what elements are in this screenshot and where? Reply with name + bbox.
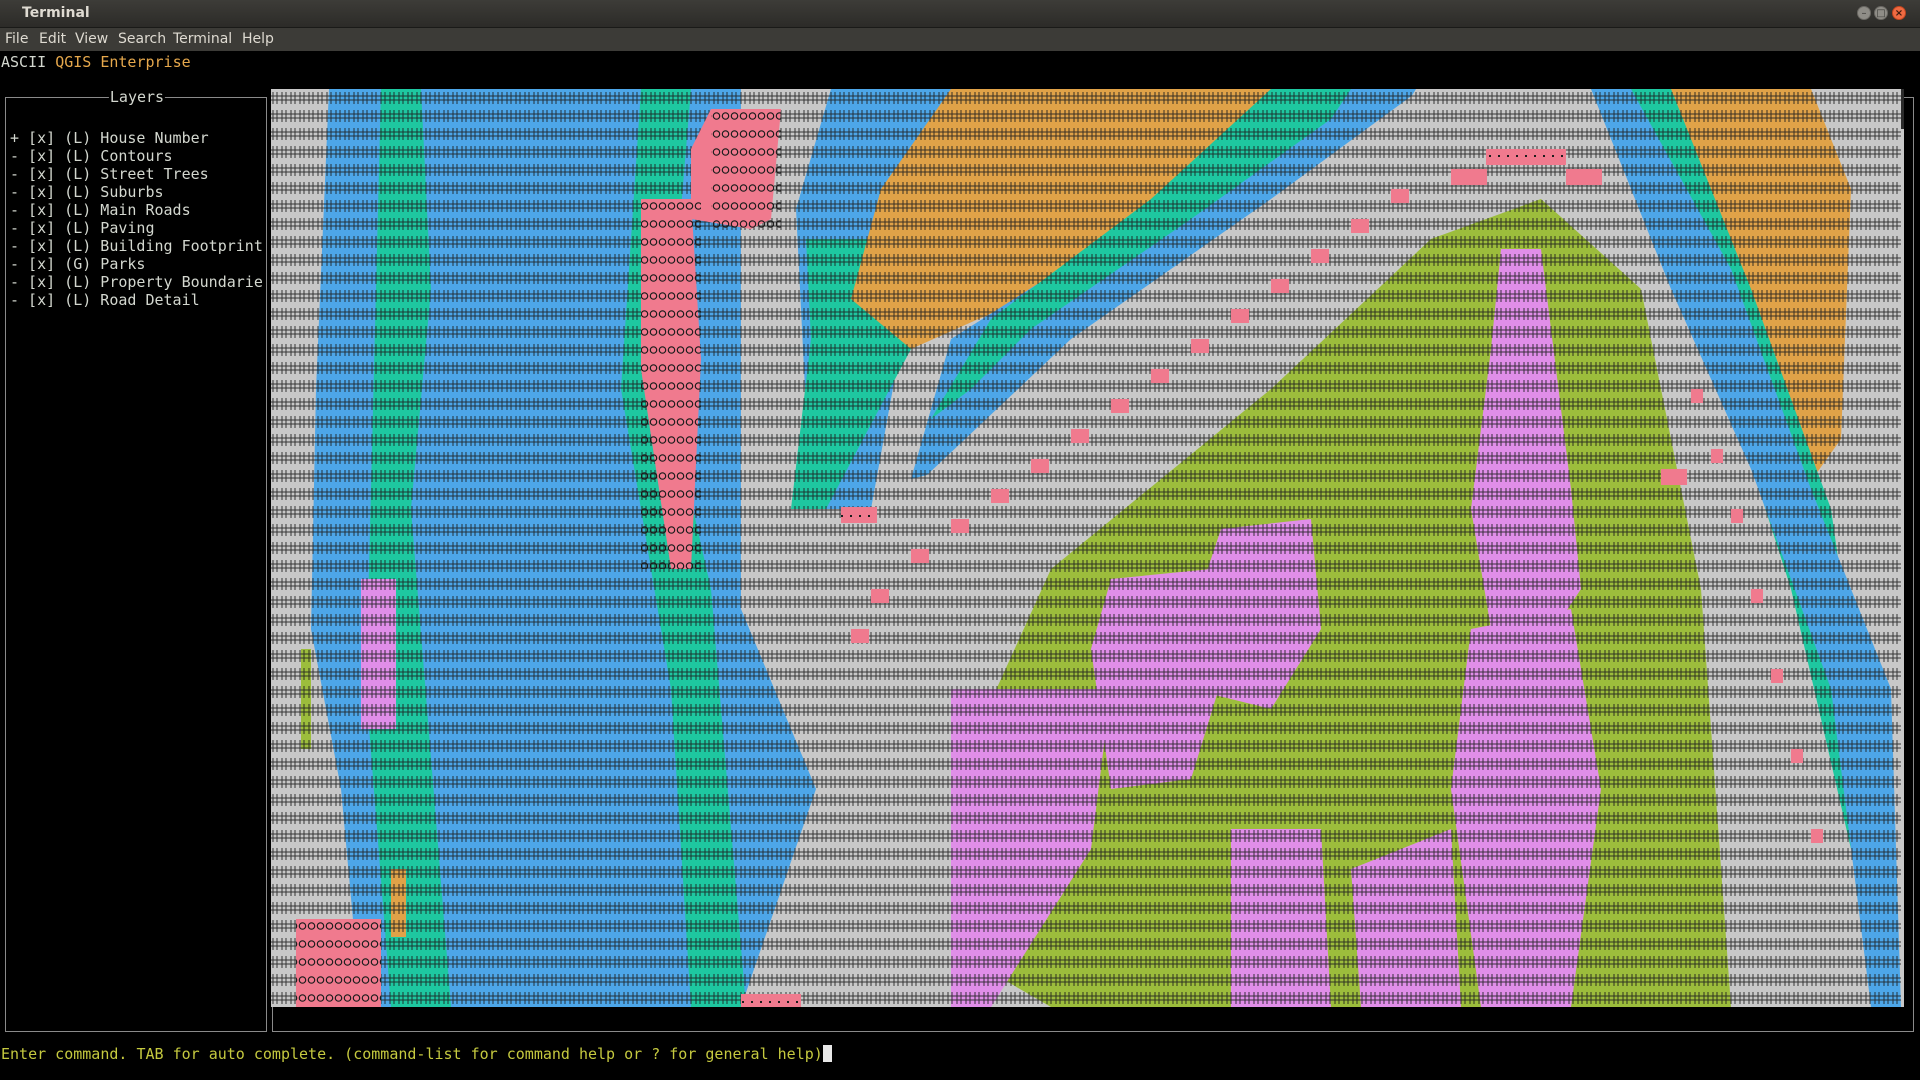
menu-terminal[interactable]: Terminal (173, 31, 232, 47)
stair-5 (1231, 309, 1249, 323)
stair-14 (871, 589, 889, 603)
text-cursor (822, 1045, 832, 1062)
stair-17 (1711, 449, 1723, 463)
layer-item-contours[interactable]: - [x] (L) Contours (10, 147, 173, 165)
app-name: ASCII QGIS Enterprise (1, 53, 191, 71)
command-prompt: Enter command. TAB for auto complete. (c… (1, 1045, 823, 1063)
stair-8 (1111, 399, 1129, 413)
stair-13 (911, 549, 929, 563)
terminal-window: Terminal – □ × File Edit View Search Ter… (0, 0, 1920, 1080)
stair-7 (1151, 369, 1169, 383)
layer-item-building-footprint[interactable]: - [x] (L) Building Footprint (10, 237, 263, 255)
stair-12 (951, 519, 969, 533)
dots-road-3 (741, 994, 801, 1007)
stair-4 (1271, 279, 1289, 293)
title-bar[interactable]: Terminal – □ × (0, 0, 1920, 28)
stair-20 (1771, 669, 1783, 683)
stair-6 (1191, 339, 1209, 353)
stair-2 (1351, 219, 1369, 233)
stair-1 (1391, 189, 1409, 203)
menu-help[interactable]: Help (242, 31, 274, 47)
layer-item-street-trees[interactable]: - [x] (L) Street Trees (10, 165, 209, 183)
hatch-overlay (271, 89, 1901, 1007)
layer-item-road-detail[interactable]: - [x] (L) Road Detail (10, 291, 200, 309)
layer-item-property-boundaries[interactable]: - [x] (L) Property Boundarie (10, 273, 263, 291)
dots-road-1 (1486, 149, 1566, 165)
command-line[interactable]: Enter command. TAB for auto complete. (c… (1, 1045, 832, 1063)
layer-item-paving[interactable]: - [x] (L) Paving (10, 219, 155, 237)
road-segment-4 (1661, 469, 1687, 485)
maximize-button[interactable]: □ (1874, 6, 1888, 20)
stair-19 (1751, 589, 1763, 603)
building-overlay-central (641, 199, 701, 569)
stair-16 (1691, 389, 1703, 403)
window-title: Terminal (22, 5, 90, 21)
app-name-main: QGIS Enterprise (55, 53, 191, 71)
stair-9 (1071, 429, 1089, 443)
menu-file[interactable]: File (5, 31, 28, 47)
map-scrollbar[interactable] (1901, 89, 1904, 1007)
stair-3 (1311, 249, 1329, 263)
menu-search[interactable]: Search (118, 31, 166, 47)
minimize-button[interactable]: – (1857, 6, 1871, 20)
building-overlay-north (711, 109, 781, 229)
road-segment-2 (1451, 169, 1487, 185)
stair-22 (1811, 829, 1823, 843)
road-segment-3 (1566, 169, 1602, 185)
layers-panel-title: Layers (108, 88, 166, 106)
dots-road-2 (841, 507, 877, 523)
layer-item-parks[interactable]: - [x] (G) Parks (10, 255, 145, 273)
building-overlay-south (296, 919, 381, 1007)
stair-21 (1791, 749, 1803, 763)
stair-11 (991, 489, 1009, 503)
stair-10 (1031, 459, 1049, 473)
ascii-map-drawing (271, 89, 1901, 1007)
stair-15 (851, 629, 869, 643)
menu-bar: File Edit View Search Terminal Help (0, 28, 1920, 51)
map-scrollbar-thumb[interactable] (1901, 89, 1904, 129)
ascii-map-canvas[interactable] (271, 89, 1901, 1007)
menu-edit[interactable]: Edit (39, 31, 66, 47)
menu-view[interactable]: View (75, 31, 108, 47)
stair-18 (1731, 509, 1743, 523)
terminal-content[interactable]: ASCII QGIS Enterprise Layers + [x] (L) H… (0, 51, 1920, 1080)
layer-item-main-roads[interactable]: - [x] (L) Main Roads (10, 201, 191, 219)
close-button[interactable]: × (1892, 6, 1906, 20)
layer-item-house-number[interactable]: + [x] (L) House Number (10, 129, 209, 147)
layers-panel: Layers + [x] (L) House Number - [x] (L) … (5, 88, 267, 1032)
layer-item-suburbs[interactable]: - [x] (L) Suburbs (10, 183, 164, 201)
app-name-prefix: ASCII (1, 53, 47, 71)
